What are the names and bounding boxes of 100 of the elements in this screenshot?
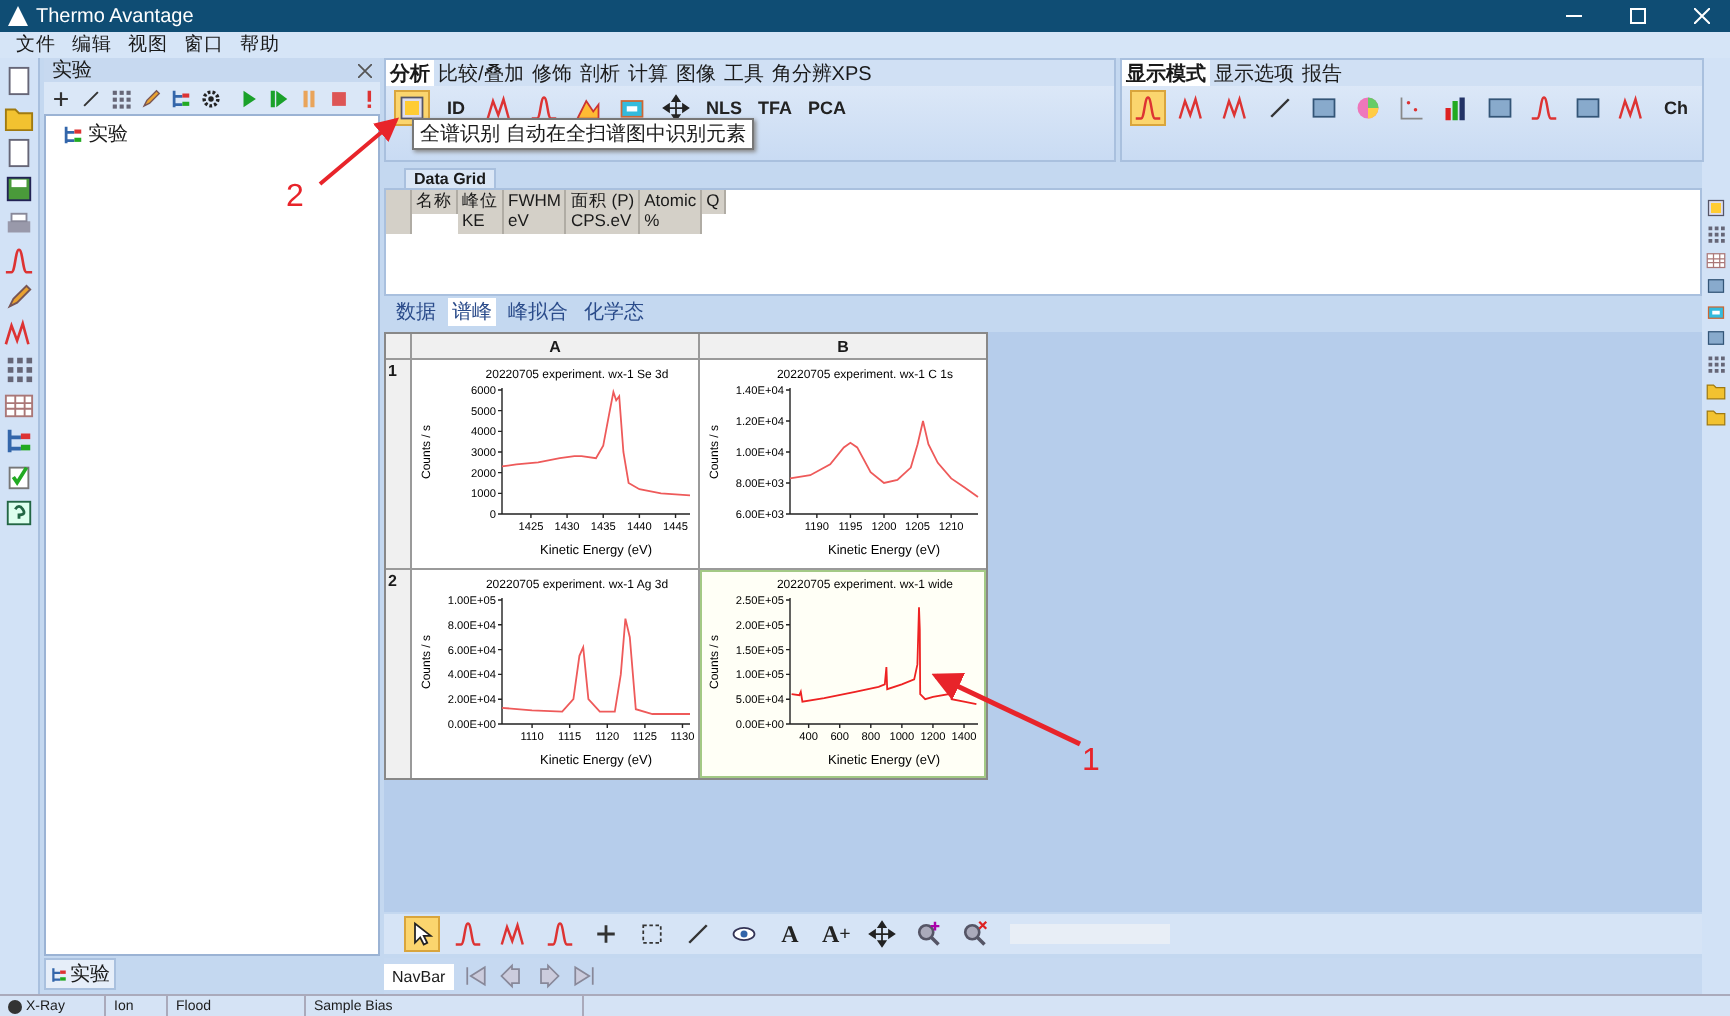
column-header[interactable]: Atomic %: [640, 190, 703, 234]
grid-icon[interactable]: [110, 87, 132, 109]
tree-item[interactable]: 实验: [88, 120, 128, 148]
document-icon[interactable]: [4, 66, 34, 96]
ribbon-tab[interactable]: 比较/叠加: [434, 60, 528, 86]
tree-icon[interactable]: [4, 426, 34, 456]
sheet-tab[interactable]: 化学态: [580, 298, 648, 326]
menu-item[interactable]: 帮助: [240, 32, 280, 58]
checklist-icon[interactable]: [4, 462, 34, 492]
tool-button[interactable]: PCA: [804, 90, 851, 126]
previous-icon[interactable]: [497, 962, 526, 990]
annotation-number: 1: [1082, 744, 1100, 780]
row-header[interactable]: 2: [386, 570, 410, 778]
ribbon-tab[interactable]: 计算: [623, 60, 672, 86]
peaks-icon[interactable]: [4, 318, 34, 348]
peak-tool-button[interactable]: [1526, 90, 1562, 126]
window-icon: [1310, 94, 1338, 122]
plus-icon[interactable]: [50, 87, 72, 109]
move-icon: [662, 94, 690, 122]
column-header[interactable]: 名称: [412, 190, 458, 214]
menu-item[interactable]: 窗口: [184, 32, 224, 58]
save-icon[interactable]: [4, 174, 34, 204]
window-icon: [1574, 94, 1602, 122]
sheet-tab[interactable]: 谱峰: [448, 298, 496, 326]
tool-button[interactable]: TFA: [754, 90, 796, 126]
step-play-icon[interactable]: [268, 87, 290, 109]
zoom-reset-icon: [960, 920, 989, 948]
window-icon[interactable]: [1706, 276, 1726, 296]
last-icon[interactable]: [569, 962, 598, 990]
ribbon-tab[interactable]: 剖析: [575, 60, 624, 86]
peak-icon[interactable]: [4, 246, 34, 276]
panel-icon: [618, 94, 646, 122]
pencil-icon[interactable]: [4, 282, 34, 312]
first-icon[interactable]: [461, 962, 490, 990]
document-tab[interactable]: Data Grid: [404, 168, 497, 188]
gear-icon[interactable]: [200, 87, 222, 109]
tile-icon[interactable]: [1706, 198, 1726, 218]
table-icon[interactable]: [4, 390, 34, 420]
panel-title: 实验: [52, 57, 92, 84]
panel-tab[interactable]: 实验: [44, 958, 116, 990]
ribbon-tab[interactable]: 工具: [719, 60, 768, 86]
selection-icon: [638, 920, 666, 948]
ribbon-tab[interactable]: 显示模式: [1122, 60, 1210, 86]
grid-icon[interactable]: [4, 354, 34, 384]
zoom-in-icon: [914, 920, 943, 948]
ribbon-tab[interactable]: 图像: [671, 60, 720, 86]
peak-tool-button[interactable]: [1130, 90, 1166, 126]
annotation-arrow: [318, 117, 400, 186]
table-icon[interactable]: [1706, 250, 1726, 270]
peak-icon: [546, 920, 574, 948]
document-icon[interactable]: [4, 138, 34, 168]
ribbon-tab[interactable]: 分析: [386, 60, 434, 86]
peak-icon: [530, 94, 558, 122]
plus-icon: [592, 920, 620, 948]
play-icon[interactable]: [238, 87, 260, 109]
ribbon-tab[interactable]: 修饰: [527, 60, 576, 86]
y-axis: [785, 597, 791, 725]
window-icon[interactable]: [1706, 328, 1726, 348]
close-icon[interactable]: [358, 63, 372, 77]
grid-icon[interactable]: [1706, 224, 1726, 244]
column-header[interactable]: A: [412, 334, 698, 358]
help-icon[interactable]: [4, 498, 34, 528]
tool-button[interactable]: A: [772, 916, 808, 952]
tree-icon[interactable]: [170, 87, 192, 109]
menu-item[interactable]: 文件: [16, 32, 56, 58]
y-axis: [785, 387, 791, 515]
row-header[interactable]: 1: [386, 360, 410, 568]
peak-tool-button[interactable]: [542, 916, 578, 952]
sheet-tab[interactable]: 数据: [392, 298, 440, 326]
column-header[interactable]: 面积 (P) CPS.eV: [566, 190, 641, 234]
column-header[interactable]: B: [700, 334, 986, 358]
navbar-label: NavBar: [384, 963, 454, 989]
stop-icon[interactable]: [328, 87, 350, 109]
line-icon[interactable]: [80, 87, 102, 109]
annotation-number: 2: [286, 180, 304, 216]
tree-icon[interactable]: [50, 965, 68, 983]
pie-chart-icon: [1354, 94, 1382, 122]
menu-item[interactable]: 视图: [128, 32, 168, 58]
ribbon-tab[interactable]: 报告: [1298, 60, 1346, 86]
tree-icon[interactable]: [62, 123, 84, 145]
pointer-tool-button[interactable]: [404, 916, 440, 952]
move-tool-button[interactable]: [864, 916, 901, 952]
peaks-icon: [486, 94, 514, 122]
peaks-icon: [1222, 94, 1250, 122]
peak-tool-button[interactable]: [450, 916, 486, 952]
sheet-tab[interactable]: 峰拟合: [504, 298, 572, 326]
bar-chart-icon: [1442, 94, 1470, 122]
ribbon-tab[interactable]: 显示选项: [1210, 60, 1298, 86]
menu-item[interactable]: 编辑: [72, 32, 112, 58]
shape-icon: [574, 94, 602, 122]
panel-icon[interactable]: [1706, 302, 1726, 322]
tool-button[interactable]: Ch: [1658, 90, 1694, 126]
column-header[interactable]: FWHM eV: [504, 190, 567, 234]
pencil-icon[interactable]: [140, 87, 162, 109]
app-logo-icon: [8, 6, 28, 26]
grid-icon[interactable]: [1706, 354, 1726, 374]
column-header[interactable]: 峰位 KE: [458, 190, 504, 234]
maximize-icon[interactable]: [1630, 8, 1646, 24]
ribbon-tab[interactable]: 角分辨XPS: [767, 60, 876, 86]
column-header[interactable]: Q: [702, 190, 726, 214]
